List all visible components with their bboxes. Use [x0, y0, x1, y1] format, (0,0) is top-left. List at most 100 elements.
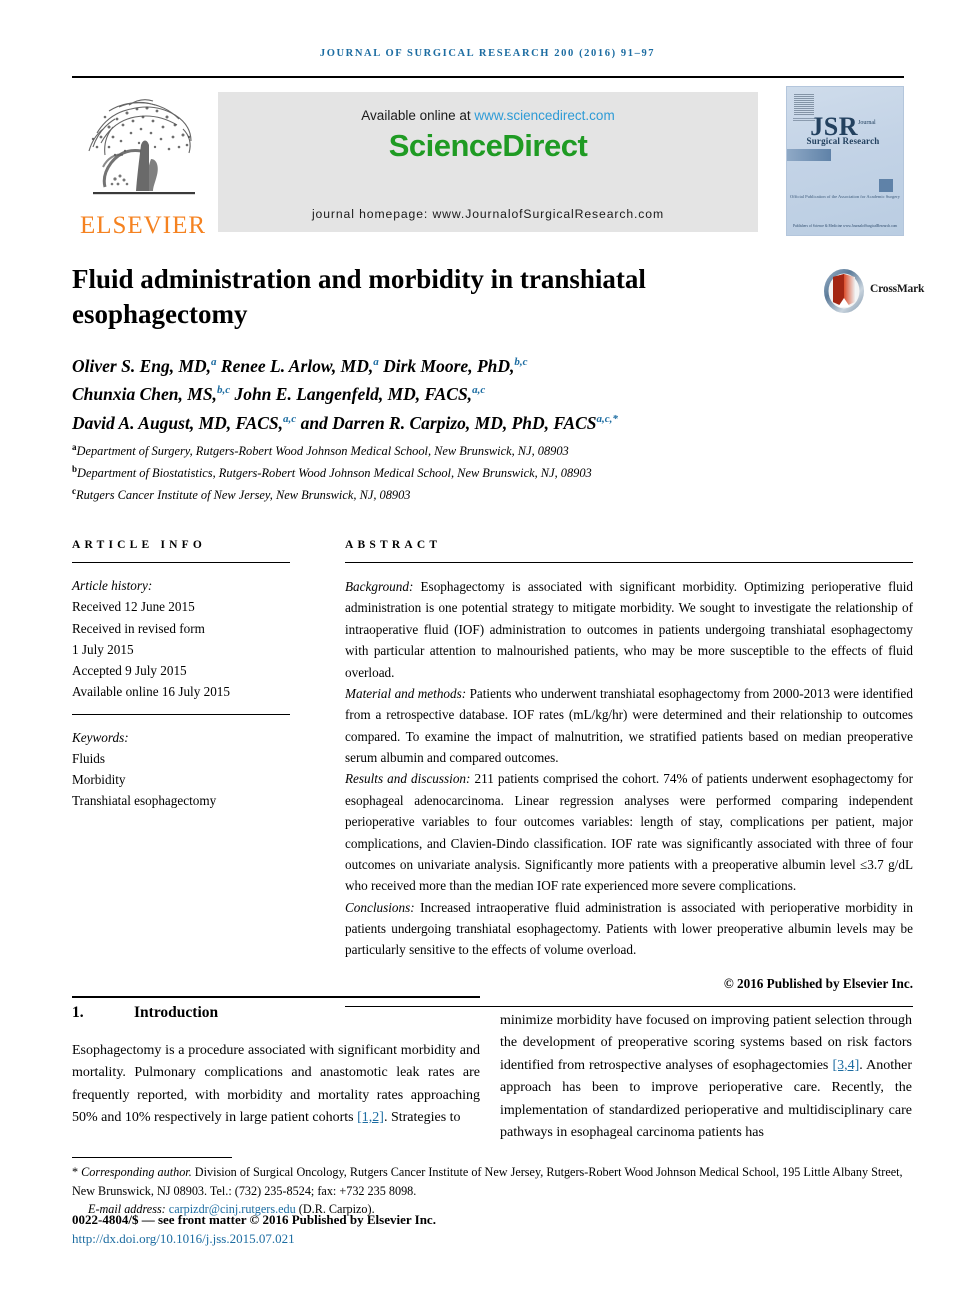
- citation-link[interactable]: [3,4]: [832, 1058, 859, 1073]
- sciencedirect-logo: ScienceDirect: [388, 128, 588, 163]
- article-info-heading: ARTICLE INFO: [72, 539, 207, 551]
- elsevier-wordmark: ELSEVIER: [79, 212, 207, 239]
- affiliation-line: bDepartment of Biostatistics, Rutgers-Ro…: [72, 462, 912, 484]
- author-affiliation-marker: a,c: [472, 384, 486, 397]
- article-info-column: ARTICLE INFO Article history: Received 1…: [72, 539, 290, 812]
- article-history-block: Article history: Received 12 June 2015 Re…: [72, 575, 290, 703]
- abstract-column: ABSTRACT Background: Esophagectomy is as…: [345, 539, 913, 1008]
- crossmark-icon: [822, 268, 866, 314]
- footnote-rule: [72, 1157, 232, 1158]
- abstract-section: Background: Esophagectomy is associated …: [345, 576, 913, 683]
- author-affiliation-marker: b,c: [216, 384, 231, 397]
- keyword-item: Morbidity: [72, 772, 126, 787]
- cover-official-publication: Official Publication of the Association …: [790, 194, 900, 199]
- abstract-section-text: Esophagectomy is associated with signifi…: [345, 579, 913, 680]
- abstract-section: Conclusions: Increased intraoperative fl…: [345, 897, 913, 961]
- abstract-section-label: Results and discussion:: [345, 771, 471, 787]
- sciencedirect-url-link[interactable]: www.sciencedirect.com: [474, 108, 614, 123]
- abstract-section: Material and methods: Patients who under…: [345, 683, 913, 769]
- crossmark-badge[interactable]: CrossMark: [822, 268, 924, 316]
- elsevier-logo: ELSEVIER: [72, 86, 214, 238]
- body-top-rule: [72, 996, 480, 998]
- keywords-label: Keywords:: [72, 729, 129, 745]
- article-history-item: Accepted 9 July 2015: [72, 663, 187, 678]
- affiliation-line: cRutgers Cancer Institute of New Jersey,…: [72, 484, 912, 506]
- keyword-items: Fluids Morbidity Transhiatal esophagectomy: [72, 748, 290, 812]
- introduction-left-column: 1. Introduction Esophagectomy is a proced…: [72, 1004, 480, 1130]
- author-affiliation-marker: a,c: [283, 412, 297, 425]
- article-history-item: Available online 16 July 2015: [72, 684, 230, 700]
- introduction-title: Introduction: [134, 1004, 219, 1021]
- journal-homepage-line: journal homepage: www.JournalofSurgicalR…: [311, 207, 665, 221]
- affiliation-list: aDepartment of Surgery, Rutgers-Robert W…: [72, 440, 912, 506]
- introduction-paragraph-left: Esophagectomy is a procedure associated …: [72, 1040, 480, 1130]
- affiliation-text: Department of Biostatistics, Rutgers-Rob…: [77, 466, 592, 481]
- author-name: Chunxia Chen, MS,: [72, 384, 217, 405]
- affiliation-line: aDepartment of Surgery, Rutgers-Robert W…: [72, 440, 912, 462]
- author-affiliation-marker: b,c: [514, 356, 528, 369]
- article-history-items: Received 12 June 2015 Received in revised…: [72, 596, 290, 702]
- author-name: Dirk Moore, PhD,: [378, 356, 515, 376]
- abstract-rule: [345, 562, 913, 563]
- cover-footer-text: Publishers of Science & Medicine www.Jou…: [793, 224, 898, 229]
- author-name: David A. August, MD, FACS,: [72, 412, 284, 433]
- abstract-heading: ABSTRACT: [345, 539, 442, 551]
- introduction-right-column: minimize morbidity have focused on impro…: [500, 1010, 912, 1144]
- corresponding-author-marker: *: [72, 1165, 82, 1179]
- article-history-item: Received in revised form: [72, 620, 205, 636]
- available-online-text: Available online at: [361, 108, 475, 123]
- cover-accent-bar-left: [787, 149, 831, 161]
- affiliation-text: Department of Surgery, Rutgers-Robert Wo…: [76, 444, 569, 459]
- author-list: Oliver S. Eng, MD,a Renee L. Arlow, MD,a…: [72, 352, 912, 437]
- cover-title-block: JSRJournal Surgical Research: [787, 114, 899, 147]
- journal-cover-image: JSRJournal Surgical Research Official Pu…: [786, 86, 904, 236]
- sciencedirect-banner: Available online at www.sciencedirect.co…: [218, 92, 758, 232]
- abstract-section-text: 211 patients comprised the cohort. 74% o…: [345, 771, 913, 894]
- crossmark-label: CrossMark: [870, 283, 925, 295]
- cover-subtitle: Surgical Research: [806, 136, 880, 146]
- issn-copyright-line: 0022-4804/$ — see front matter © 2016 Pu…: [72, 1212, 436, 1227]
- journal-article-first-page: Journal of Surgical Research 200 (2016) …: [0, 0, 975, 1305]
- author-affiliation-marker: a,c,*: [596, 412, 618, 425]
- abstract-section-label: Background:: [345, 579, 414, 594]
- author-name: John E. Langenfeld, MD, FACS,: [230, 384, 473, 405]
- running-head: Journal of Surgical Research 200 (2016) …: [319, 48, 656, 59]
- corresponding-author-text: Division of Surgical Oncology, Rutgers C…: [72, 1165, 903, 1198]
- author-line: David A. August, MD, FACS,a,c and Darren…: [72, 409, 912, 437]
- abstract-section-label: Material and methods:: [345, 685, 467, 701]
- introduction-number: 1.: [72, 1004, 84, 1021]
- elsevier-tree-icon: [79, 93, 207, 211]
- keyword-item: Transhiatal esophagectomy: [72, 793, 217, 809]
- author-name: Renee L. Arlow, MD,: [216, 356, 374, 376]
- author-line: Chunxia Chen, MS,b,c John E. Langenfeld,…: [72, 380, 912, 408]
- cover-accent-bar-right: [879, 179, 893, 192]
- article-history-item: 1 July 2015: [72, 641, 134, 657]
- cover-acronym-small: Journal: [858, 120, 876, 126]
- paragraph-text: . Strategies to: [383, 1110, 461, 1126]
- author-line: Oliver S. Eng, MD,a Renee L. Arlow, MD,a…: [72, 352, 912, 380]
- corresponding-author-label: Corresponding author.: [81, 1165, 192, 1179]
- header-rule: [72, 76, 904, 78]
- abstract-section-text: Increased intraoperative fluid administr…: [345, 899, 913, 958]
- abstract-section-label: Conclusions:: [345, 899, 415, 915]
- footnote-block: * Corresponding author. Division of Surg…: [72, 1163, 912, 1219]
- corresponding-author-note: * Corresponding author. Division of Surg…: [72, 1163, 912, 1200]
- abstract-body: Background: Esophagectomy is associated …: [345, 576, 913, 961]
- article-info-rule: [72, 562, 290, 563]
- article-title: Fluid administration and morbidity in tr…: [72, 264, 646, 330]
- abstract-section: Results and discussion: 211 patients com…: [345, 768, 913, 896]
- keywords-block: Keywords: Fluids Morbidity Transhiatal eso…: [72, 727, 290, 812]
- introduction-heading: 1. Introduction: [72, 1004, 480, 1022]
- available-online-line: Available online at www.sciencedirect.co…: [218, 108, 758, 123]
- article-history-item: Received 12 June 2015: [72, 599, 195, 615]
- author-name: Oliver S. Eng, MD,: [72, 356, 212, 376]
- abstract-copyright: © 2016 Published by Elsevier Inc.: [723, 975, 913, 991]
- keyword-item: Fluids: [72, 750, 105, 766]
- introduction-paragraph-right: minimize morbidity have focused on impro…: [500, 1010, 912, 1144]
- citation-link[interactable]: [1,2]: [357, 1110, 384, 1125]
- keywords-rule: [72, 713, 290, 715]
- masthead: ELSEVIER Available online at www.science…: [72, 86, 904, 238]
- article-history-label: Article history:: [72, 578, 153, 593]
- affiliation-text: Rutgers Cancer Institute of New Jersey, …: [76, 488, 411, 503]
- doi-link[interactable]: http://dx.doi.org/10.1016/j.jss.2015.07.…: [72, 1231, 295, 1247]
